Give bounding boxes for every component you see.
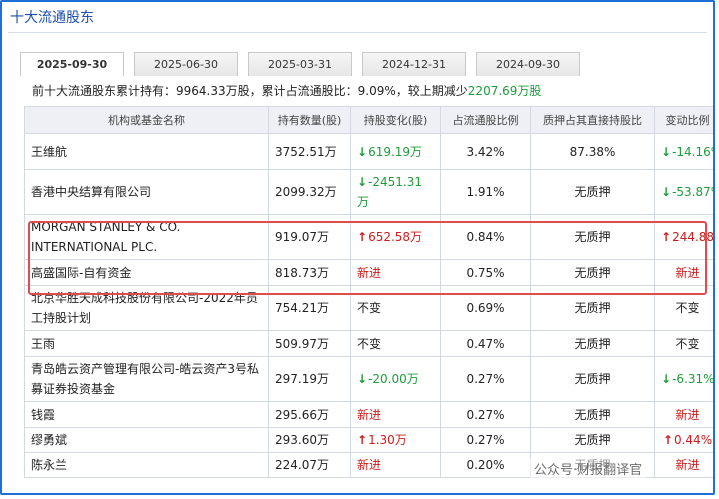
summary-line: 前十大流通股东累计持有：9964.33万股，累计占流通股比：9.09%，较上期减… <box>32 81 541 101</box>
table-row: 钱霞 295.66万 新进 0.27% 无质押 新进 <box>24 401 713 428</box>
pledge-ratio: 无质押 <box>530 169 655 215</box>
holding-qty: 297.19万 <box>268 356 351 402</box>
change-pct: 244.88% <box>654 214 713 260</box>
table-row: 高盛国际-自有资金 818.73万 新进 0.75% 无质押 新进 <box>24 259 713 286</box>
pledge-ratio: 无质押 <box>530 259 655 286</box>
pledge-ratio: 无质押 <box>530 427 655 453</box>
change-pct: 不变 <box>654 285 713 331</box>
tab-2025-03-31[interactable]: 2025-03-31 <box>248 52 352 76</box>
table-row: 北京华胜天成科技股份有限公司-2022年员工持股计划 754.21万 不变 0.69%… <box>24 285 713 331</box>
holding-change: 652.58万 <box>350 214 441 260</box>
pledge-ratio: 无质押 <box>530 330 655 357</box>
pledge-ratio: 无质押 <box>530 214 655 260</box>
holding-change: 不变 <box>350 285 441 331</box>
holding-change: -20.00万 <box>350 356 441 402</box>
table-row: 王维航3752.51万619.19万3.42%87.38%-14.16% <box>24 133 713 170</box>
change-pct: 不变 <box>654 330 713 357</box>
table-row: 香港中央结算有限公司2099.32万-2451.31万1.91%无质押-53.8… <box>24 169 713 215</box>
holder-name: 钱霞 <box>24 401 269 428</box>
change-pct: -6.31% <box>654 356 713 402</box>
holding-change: 不变 <box>350 330 441 357</box>
table-row: 青岛皓云资产管理有限公司-皓云资产3号私募证券投资基金297.19万-20.00… <box>24 356 713 402</box>
change-pct: -14.16% <box>654 133 713 170</box>
holder-name: 北京华胜天成科技股份有限公司-2022年员工持股计划 <box>24 285 269 331</box>
float-ratio: 0.27% <box>440 356 531 402</box>
holder-name: 青岛皓云资产管理有限公司-皓云资产3号私募证券投资基金 <box>24 356 269 402</box>
holder-name: MORGAN STANLEY & CO. INTERNATIONAL PLC. <box>24 214 269 260</box>
holding-qty: 224.07万 <box>268 452 351 478</box>
header-pct: 变动比例 <box>654 106 713 134</box>
holding-qty: 509.97万 <box>268 330 351 357</box>
header-ratio: 占流通股比例 <box>440 106 531 134</box>
summary-ratio: 9.09% <box>357 84 396 98</box>
float-ratio: 1.91% <box>440 169 531 215</box>
holding-qty: 295.66万 <box>268 401 351 428</box>
header-qty: 持有数量(股) <box>268 106 351 134</box>
summary-sep1: ，累计占流通股比： <box>249 84 358 98</box>
pledge-ratio: 无质押 <box>530 401 655 428</box>
table-row: 王雨 509.97万 不变 0.47% 无质押 不变 <box>24 330 713 357</box>
holding-change: 新进 <box>350 401 441 428</box>
float-ratio: 0.20% <box>440 452 531 478</box>
shareholders-table: 机构或基金名称 持有数量(股) 持股变化(股) 占流通股比例 质押占其直接持股比… <box>24 106 713 478</box>
header-pledge: 质押占其直接持股比 <box>530 106 655 134</box>
holding-change: 619.19万 <box>350 133 441 170</box>
holding-qty: 293.60万 <box>268 427 351 453</box>
holding-change: -2451.31万 <box>350 169 441 215</box>
holding-change: 新进 <box>350 259 441 286</box>
change-pct: 新进 <box>654 452 713 478</box>
panel-title: 十大流通股东 <box>10 10 94 26</box>
summary-decrease: 2207.69万股 <box>467 84 542 98</box>
table-row: 缪勇斌293.60万1.30万0.27%无质押0.44% <box>24 427 713 453</box>
holding-change: 新进 <box>350 452 441 478</box>
holding-qty: 2099.32万 <box>268 169 351 215</box>
table-header-row: 机构或基金名称 持有数量(股) 持股变化(股) 占流通股比例 质押占其直接持股比… <box>24 106 713 134</box>
tab-2024-09-30[interactable]: 2024-09-30 <box>476 52 580 76</box>
pledge-ratio: 87.38% <box>530 133 655 170</box>
holder-name: 王雨 <box>24 330 269 357</box>
tab-2025-06-30[interactable]: 2025-06-30 <box>134 52 238 76</box>
holder-name: 高盛国际-自有资金 <box>24 259 269 286</box>
holder-name: 陈永兰 <box>24 452 269 478</box>
tab-2024-12-31[interactable]: 2024-12-31 <box>362 52 466 76</box>
float-ratio: 0.27% <box>440 401 531 428</box>
float-ratio: 0.27% <box>440 427 531 453</box>
holder-name: 香港中央结算有限公司 <box>24 169 269 215</box>
float-ratio: 0.75% <box>440 259 531 286</box>
change-pct: 0.44% <box>654 427 713 453</box>
pledge-ratio: 无质押 <box>530 285 655 331</box>
change-pct: 新进 <box>654 401 713 428</box>
summary-sep2: ，较上期减少 <box>395 84 468 98</box>
holder-name: 缪勇斌 <box>24 427 269 453</box>
holding-qty: 3752.51万 <box>268 133 351 170</box>
holding-change: 1.30万 <box>350 427 441 453</box>
watermark: 公众号·财报翻译官 <box>530 458 647 479</box>
float-ratio: 3.42% <box>440 133 531 170</box>
float-ratio: 0.84% <box>440 214 531 260</box>
holding-qty: 919.07万 <box>268 214 351 260</box>
holder-name: 王维航 <box>24 133 269 170</box>
holding-qty: 818.73万 <box>268 259 351 286</box>
header-name: 机构或基金名称 <box>24 106 269 134</box>
pledge-ratio: 无质押 <box>530 356 655 402</box>
holding-qty: 754.21万 <box>268 285 351 331</box>
summary-prefix: 前十大流通股东累计持有： <box>32 84 177 98</box>
change-pct: 新进 <box>654 259 713 286</box>
summary-holding: 9964.33万股 <box>176 84 250 98</box>
tab-2025-09-30[interactable]: 2025-09-30 <box>20 52 124 76</box>
float-ratio: 0.69% <box>440 285 531 331</box>
shareholders-panel: 十大流通股东 2025-09-30 2025-06-30 2025-03-31 … <box>0 0 715 495</box>
float-ratio: 0.47% <box>440 330 531 357</box>
header-change: 持股变化(股) <box>350 106 441 134</box>
title-divider <box>8 32 707 33</box>
change-pct: -53.87% <box>654 169 713 215</box>
table-row: MORGAN STANLEY & CO. INTERNATIONAL PLC. 9… <box>24 214 713 260</box>
